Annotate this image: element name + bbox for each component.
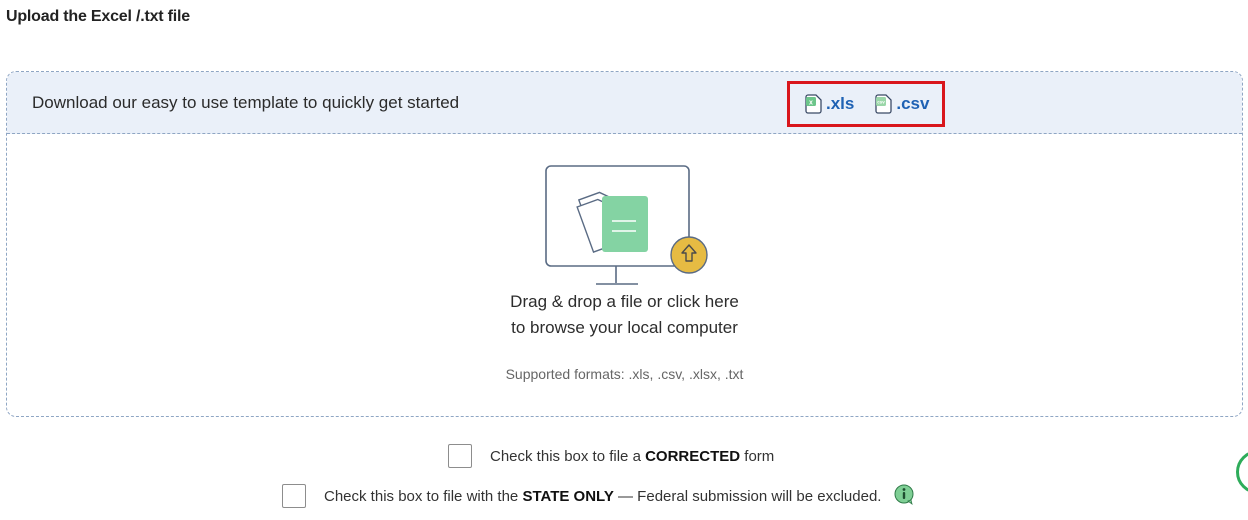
template-bar: Download our easy to use template to qui… xyxy=(7,72,1242,134)
csv-file-icon: csv xyxy=(874,93,894,115)
svg-text:csv: csv xyxy=(878,100,886,105)
chat-widget-button[interactable] xyxy=(1236,450,1248,494)
corrected-form-checkbox[interactable] xyxy=(448,444,472,468)
drop-instruction-line2: to browse your local computer xyxy=(511,318,738,337)
upload-zone: Download our easy to use template to qui… xyxy=(6,71,1243,417)
page-title: Upload the Excel /.txt file xyxy=(6,8,190,25)
state-label-bold: STATE ONLY xyxy=(522,487,614,505)
state-only-checkbox[interactable] xyxy=(282,484,306,508)
download-xls-link[interactable]: x .xls xyxy=(804,93,854,115)
corrected-form-option: Check this box to file a CORRECTED form xyxy=(448,444,774,468)
state-label-prefix: Check this box to file with the xyxy=(324,487,519,505)
corrected-label-suffix: form xyxy=(744,447,775,465)
download-csv-link[interactable]: csv .csv xyxy=(874,93,929,115)
info-icon[interactable] xyxy=(893,483,915,509)
excel-file-icon: x xyxy=(804,93,824,115)
xls-link-label: .xls xyxy=(826,94,855,113)
file-drop-area[interactable]: Drag & drop a file or click here to brow… xyxy=(7,134,1242,416)
state-only-option: Check this box to file with the STATE ON… xyxy=(282,483,915,509)
corrected-label-bold: CORRECTED xyxy=(645,447,741,465)
template-links-highlight: x .xls csv .csv xyxy=(787,81,945,127)
monitor-upload-icon xyxy=(544,164,714,297)
supported-formats: Supported formats: .xls, .csv, .xlsx, .t… xyxy=(505,366,744,382)
corrected-label-prefix: Check this box to file a xyxy=(490,447,641,465)
svg-text:x: x xyxy=(809,100,813,107)
state-label-suffix: — Federal submission will be excluded. xyxy=(618,487,882,505)
csv-link-label: .csv xyxy=(896,94,930,113)
drop-instruction-line1: Drag & drop a file or click here xyxy=(510,292,739,311)
template-text: Download our easy to use template to qui… xyxy=(32,93,460,112)
